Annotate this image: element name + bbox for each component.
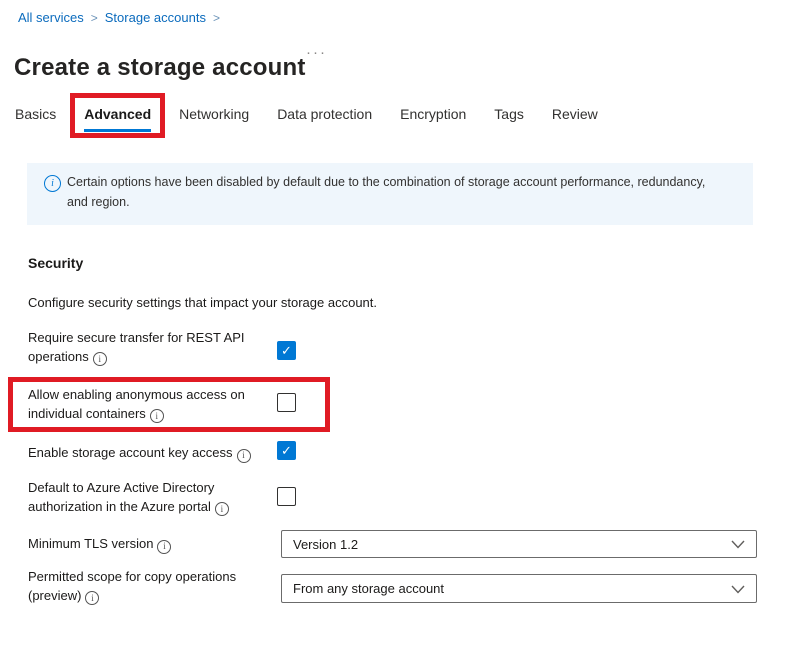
field-label-text: Allow enabling anonymous access on indiv… [28, 387, 245, 421]
field-label-key-access: Enable storage account key access [28, 444, 278, 463]
field-label-text: Default to Azure Active Directory author… [28, 480, 214, 514]
info-icon[interactable] [215, 502, 229, 516]
aad-authorization-checkbox[interactable] [277, 487, 296, 506]
chevron-down-icon [731, 585, 745, 594]
secure-transfer-checkbox[interactable] [277, 341, 296, 360]
tab-tags[interactable]: Tags [494, 106, 524, 132]
tab-review[interactable]: Review [552, 106, 598, 132]
create-storage-account-page: All services > Storage accounts > Create… [0, 0, 790, 645]
key-access-checkbox[interactable] [277, 441, 296, 460]
page-title: Create a storage account [14, 54, 306, 82]
field-label-text: Minimum TLS version [28, 536, 153, 551]
tab-data-protection[interactable]: Data protection [277, 106, 372, 132]
info-icon[interactable] [150, 409, 164, 423]
tab-bar: Basics Advanced Networking Data protecti… [15, 106, 598, 132]
info-icon[interactable] [157, 540, 171, 554]
security-section-description: Configure security settings that impact … [28, 295, 377, 310]
field-label-aad-authorization: Default to Azure Active Directory author… [28, 479, 278, 517]
tls-version-select[interactable]: Version 1.2 [281, 530, 757, 558]
tab-networking[interactable]: Networking [179, 106, 249, 132]
info-banner-text: Certain options have been disabled by de… [67, 172, 723, 212]
tab-advanced-label: Advanced [84, 106, 151, 122]
field-label-tls-version: Minimum TLS version [28, 535, 278, 554]
breadcrumb: All services > Storage accounts > [18, 10, 220, 25]
copy-scope-select[interactable]: From any storage account [281, 574, 757, 603]
breadcrumb-storage-accounts[interactable]: Storage accounts [105, 10, 206, 25]
tab-basics[interactable]: Basics [15, 106, 56, 132]
info-icon[interactable] [85, 591, 99, 605]
tls-version-value: Version 1.2 [293, 537, 358, 552]
copy-scope-value: From any storage account [293, 581, 444, 596]
field-label-text: Require secure transfer for REST API ope… [28, 330, 245, 364]
chevron-down-icon [731, 540, 745, 549]
field-label-anonymous-access: Allow enabling anonymous access on indiv… [28, 386, 278, 424]
field-label-text: Permitted scope for copy operations (pre… [28, 569, 236, 603]
info-banner: Certain options have been disabled by de… [27, 163, 753, 225]
breadcrumb-separator-icon: > [213, 11, 220, 25]
breadcrumb-all-services[interactable]: All services [18, 10, 84, 25]
info-icon [44, 175, 61, 192]
info-icon[interactable] [237, 449, 251, 463]
field-label-secure-transfer: Require secure transfer for REST API ope… [28, 329, 278, 367]
info-icon[interactable] [93, 352, 107, 366]
anonymous-access-checkbox[interactable] [277, 393, 296, 412]
more-menu-icon[interactable]: ··· [306, 44, 327, 61]
breadcrumb-separator-icon: > [91, 11, 98, 25]
tab-encryption[interactable]: Encryption [400, 106, 466, 132]
security-section-heading: Security [28, 255, 83, 271]
tab-advanced[interactable]: Advanced [84, 106, 151, 132]
field-label-copy-scope: Permitted scope for copy operations (pre… [28, 568, 278, 606]
field-label-text: Enable storage account key access [28, 445, 233, 460]
